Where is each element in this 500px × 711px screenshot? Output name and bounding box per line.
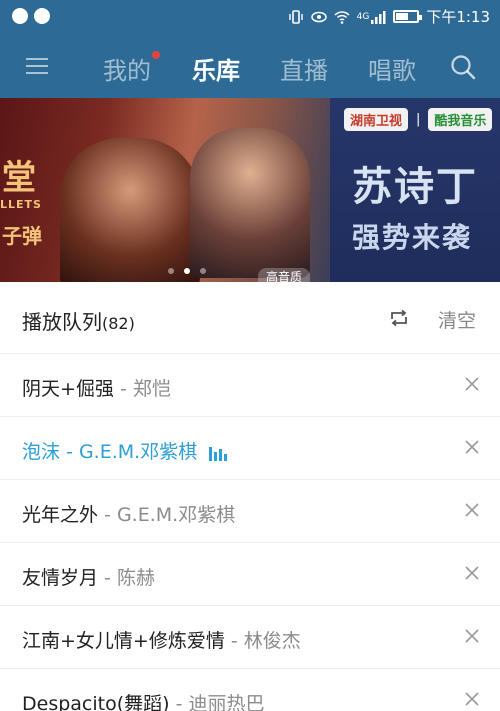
play-queue-header: 播放队列(82) 清空 xyxy=(0,282,500,354)
play-queue-sheet: 播放队列(82) 清空 阴天+倔强 - 郑恺 泡沫 - G.E.M.邓紫棋 光年… xyxy=(0,282,500,711)
queue-item[interactable]: 友情岁月 - 陈赫 xyxy=(0,543,500,606)
close-icon[interactable] xyxy=(464,439,480,455)
queue-item[interactable]: 江南+女儿情+修炼爱情 - 林俊杰 xyxy=(0,606,500,669)
banner-image-left: 堂 LLETS 子弹 xyxy=(0,98,330,282)
queue-item[interactable]: Despacito(舞蹈) - 迪丽热巴 xyxy=(0,669,500,711)
close-icon[interactable] xyxy=(464,691,480,707)
search-icon[interactable] xyxy=(450,54,476,80)
song-title: 江南+女儿情+修炼爱情 xyxy=(22,630,225,652)
banner-left-title: 堂 xyxy=(2,158,36,198)
close-icon[interactable] xyxy=(464,376,480,392)
close-icon[interactable] xyxy=(464,565,480,581)
song-title: 光年之外 xyxy=(22,504,99,526)
status-bar: 4G 下午1:13 xyxy=(0,0,500,34)
queue-title-label: 播放队列 xyxy=(22,310,102,334)
page-dot xyxy=(200,268,206,274)
network-label: 4G xyxy=(356,11,370,22)
menu-icon[interactable] xyxy=(26,56,48,76)
queue-count: (82) xyxy=(102,314,135,333)
song-artist: - G.E.M.邓紫棋 xyxy=(98,504,236,526)
banner-artwork xyxy=(60,138,200,282)
song-artist: - 林俊杰 xyxy=(224,630,301,652)
banner-right-subtitle: 强势来袭 xyxy=(352,221,473,254)
top-nav: 我的 乐库 直播 唱歌 xyxy=(0,34,500,98)
song-artist: - 郑恺 xyxy=(113,378,171,400)
song-title: 阴天+倔强 xyxy=(22,378,114,400)
wifi-icon xyxy=(334,10,350,24)
vibrate-icon xyxy=(288,9,303,24)
queue-item[interactable]: 光年之外 - G.E.M.邓紫棋 xyxy=(0,480,500,543)
queue-item-playing[interactable]: 泡沫 - G.E.M.邓紫棋 xyxy=(0,417,500,480)
signal-icon xyxy=(371,10,386,24)
song-title: 泡沫 xyxy=(22,441,61,463)
song-title: Despacito(舞蹈) xyxy=(22,693,170,711)
notification-icon xyxy=(12,8,28,24)
tab-mine[interactable]: 我的 xyxy=(103,51,151,86)
queue-item[interactable]: 阴天+倔强 - 郑恺 xyxy=(0,354,500,417)
app-header: 4G 下午1:13 我的 乐库 直播 唱歌 xyxy=(0,0,500,98)
banner-logos: 湖南卫视 | 酷我音乐 xyxy=(344,108,493,131)
page-dot-active xyxy=(184,268,190,274)
chat-icon xyxy=(34,8,50,24)
close-icon[interactable] xyxy=(464,502,480,518)
banner-image-right: 湖南卫视 | 酷我音乐 苏诗丁 强势来袭 xyxy=(330,98,500,282)
banner-pagination xyxy=(168,268,206,274)
tab-sing[interactable]: 唱歌 xyxy=(368,51,416,86)
battery-icon xyxy=(393,10,423,23)
notification-dot xyxy=(152,51,160,59)
song-artist: - G.E.M.邓紫棋 xyxy=(60,441,198,463)
banner-left-caption: LLETS xyxy=(0,198,42,211)
banner-artwork xyxy=(190,128,310,278)
close-icon[interactable] xyxy=(464,628,480,644)
play-queue-title: 播放队列(82) xyxy=(22,306,135,335)
banner-right-title: 苏诗丁 xyxy=(352,164,478,210)
repeat-icon[interactable] xyxy=(388,309,410,327)
song-title: 友情岁月 xyxy=(22,567,99,589)
clear-queue-button[interactable]: 清空 xyxy=(438,306,476,333)
brand-logo: 酷我音乐 xyxy=(428,108,493,131)
banner-tag: 高音质 xyxy=(258,268,311,282)
status-time: 下午1:13 xyxy=(426,8,490,26)
tab-library[interactable]: 乐库 xyxy=(192,51,240,86)
channel-logo: 湖南卫视 xyxy=(344,108,409,131)
page-dot xyxy=(168,268,174,274)
tab-live[interactable]: 直播 xyxy=(280,51,328,86)
now-playing-icon xyxy=(209,445,228,461)
song-artist: - 迪丽热巴 xyxy=(169,693,265,711)
eye-icon xyxy=(310,11,327,22)
song-artist: - 陈赫 xyxy=(98,567,155,589)
promo-banner[interactable]: 堂 LLETS 子弹 湖南卫视 | 酷我音乐 苏诗丁 强势来袭 高音质 xyxy=(0,98,500,282)
banner-left-subtitle: 子弹 xyxy=(2,224,42,248)
